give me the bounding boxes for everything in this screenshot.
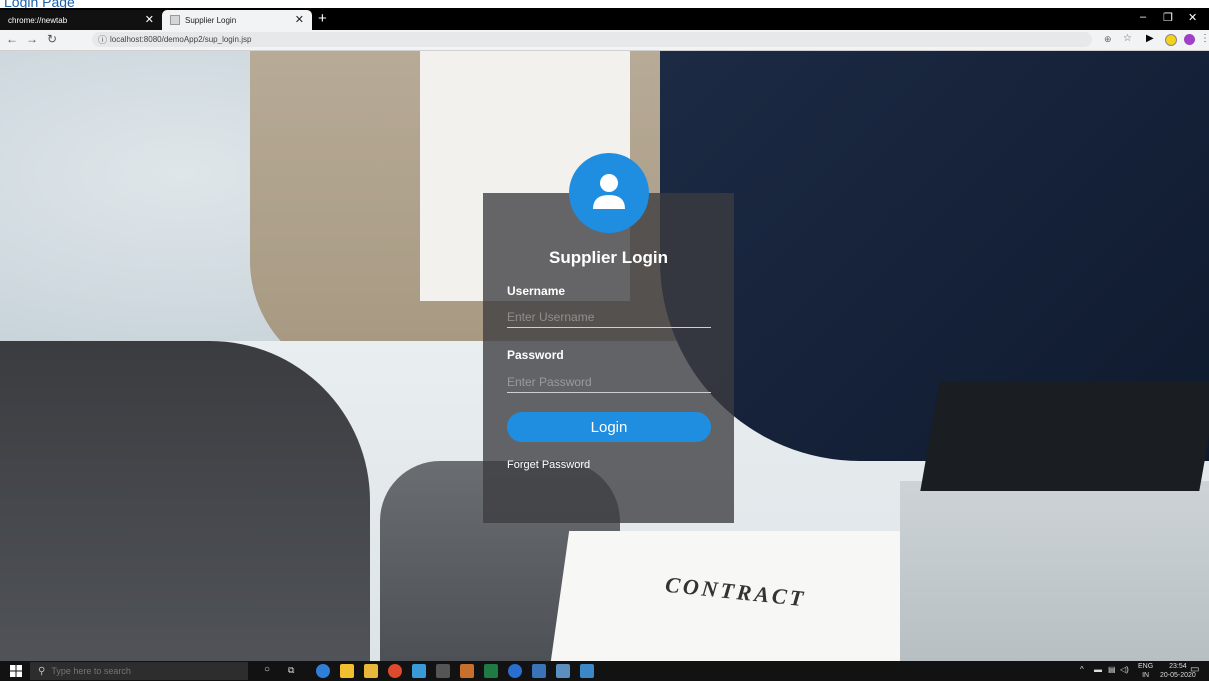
back-arrow-icon[interactable]: ← bbox=[6, 32, 18, 46]
url-input[interactable] bbox=[110, 33, 610, 45]
app-icon[interactable] bbox=[436, 664, 450, 678]
close-window-icon[interactable]: ✕ bbox=[1188, 11, 1197, 24]
omnibox[interactable]: ⓘ bbox=[92, 32, 1092, 47]
forward-arrow-icon[interactable]: → bbox=[26, 32, 38, 46]
zoom-icon[interactable]: ⊕ bbox=[1104, 34, 1112, 45]
chevron-up-icon[interactable]: ^ bbox=[1080, 665, 1084, 674]
info-icon[interactable]: ⓘ bbox=[98, 33, 107, 46]
taskbar: ⚲ ○ ⧉ ^ ▬ ▤ ◁) ENG IN 23:54 20-05-2020 ▭ bbox=[0, 661, 1209, 681]
cortana-icon[interactable]: ○ bbox=[264, 664, 270, 675]
tab-label: Supplier Login bbox=[185, 15, 237, 25]
address-bar: ← → ↻ ⓘ ⊕ ☆ ▶ ⋮ bbox=[0, 30, 1209, 51]
bg-sleeve-left bbox=[0, 341, 370, 661]
reload-icon[interactable]: ↻ bbox=[47, 32, 57, 46]
menu-kebab-icon[interactable]: ⋮ bbox=[1200, 33, 1209, 44]
app-icon[interactable] bbox=[556, 664, 570, 678]
app-icon[interactable] bbox=[460, 664, 474, 678]
tab-newtab[interactable]: chrome://newtab ✕ bbox=[0, 10, 162, 30]
edge-icon[interactable] bbox=[316, 664, 330, 678]
app-icon[interactable] bbox=[532, 664, 546, 678]
excel-icon[interactable] bbox=[484, 664, 498, 678]
extension-icon[interactable] bbox=[1165, 34, 1177, 46]
app-icon[interactable] bbox=[508, 664, 522, 678]
chrome-icon[interactable] bbox=[388, 664, 402, 678]
search-icon: ⚲ bbox=[38, 665, 46, 677]
search-input[interactable] bbox=[51, 666, 232, 676]
network-icon[interactable]: ▬ bbox=[1094, 665, 1102, 674]
file-explorer-icon[interactable] bbox=[364, 664, 378, 678]
language-indicator[interactable]: ENG IN bbox=[1138, 662, 1153, 680]
minimize-icon[interactable]: – bbox=[1140, 11, 1146, 23]
task-view-icon[interactable]: ⧉ bbox=[288, 665, 294, 676]
avatar bbox=[569, 153, 649, 233]
caption-overflow: Login Page bbox=[0, 0, 1209, 8]
taskbar-search[interactable]: ⚲ bbox=[30, 662, 248, 680]
profile-avatar-icon[interactable] bbox=[1184, 34, 1195, 45]
notification-icon[interactable]: ▭ bbox=[1190, 664, 1199, 675]
bg-tablet bbox=[920, 381, 1209, 491]
user-icon bbox=[593, 174, 625, 209]
username-label: Username bbox=[507, 284, 566, 298]
login-button[interactable]: Login bbox=[507, 412, 711, 442]
close-icon[interactable]: ✕ bbox=[295, 13, 304, 26]
store-icon[interactable] bbox=[340, 664, 354, 678]
forget-password-link[interactable]: Forget Password bbox=[507, 459, 590, 471]
page-title: Supplier Login bbox=[549, 248, 668, 267]
password-input[interactable] bbox=[507, 372, 711, 393]
battery-icon[interactable]: ▤ bbox=[1108, 665, 1116, 674]
tab-strip: chrome://newtab ✕ Supplier Login ✕ + – ❐… bbox=[0, 8, 1209, 30]
windows-start-icon[interactable] bbox=[10, 665, 22, 677]
tab-supplier-login[interactable]: Supplier Login ✕ bbox=[162, 10, 312, 30]
play-extension-icon[interactable]: ▶ bbox=[1146, 33, 1154, 44]
page-favicon-icon bbox=[170, 15, 180, 25]
app-icon[interactable] bbox=[580, 664, 594, 678]
bg-hand-right bbox=[900, 481, 1209, 661]
username-input[interactable] bbox=[507, 307, 711, 328]
tab-label: chrome://newtab bbox=[8, 15, 68, 25]
volume-icon[interactable]: ◁) bbox=[1120, 665, 1129, 674]
restore-icon[interactable]: ❐ bbox=[1163, 11, 1173, 24]
star-icon[interactable]: ☆ bbox=[1123, 33, 1132, 44]
password-label: Password bbox=[507, 348, 564, 362]
app-icon[interactable] bbox=[412, 664, 426, 678]
close-icon[interactable]: ✕ bbox=[145, 13, 154, 26]
plus-icon[interactable]: + bbox=[318, 10, 327, 27]
